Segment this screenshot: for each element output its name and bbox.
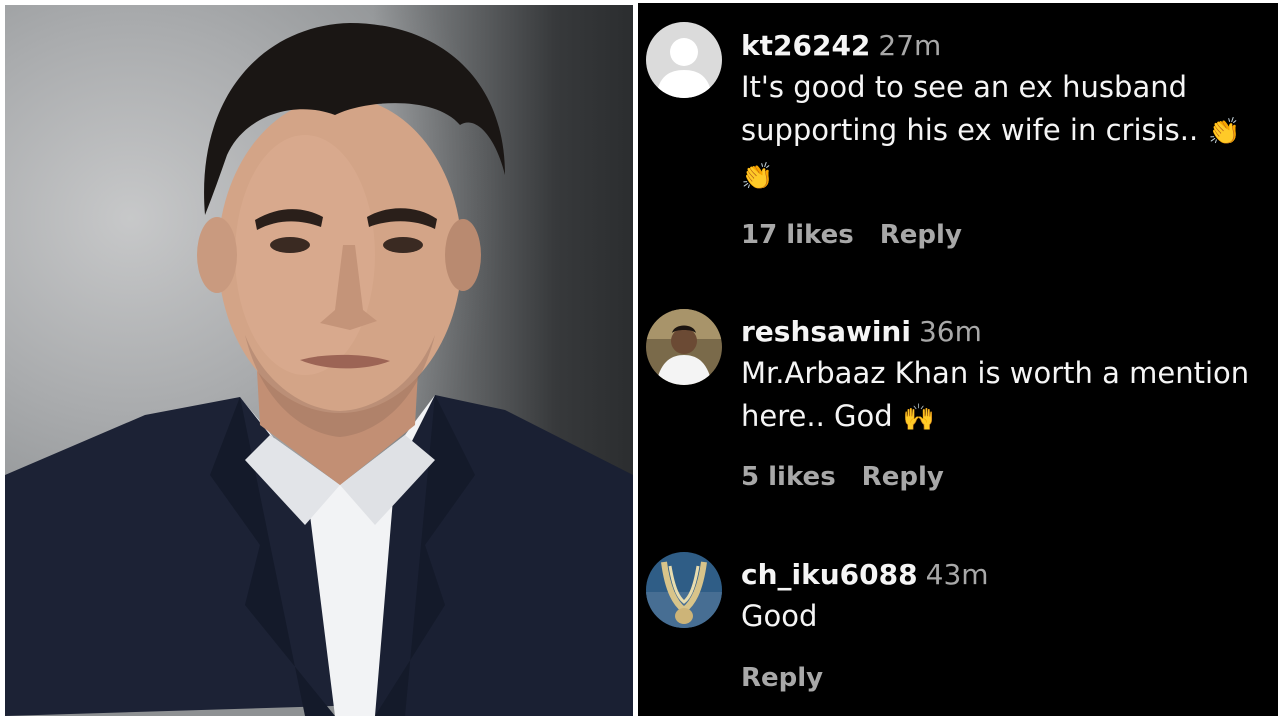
raising-hands-icon: 🙌 — [902, 403, 936, 433]
clapping-hands-icon: 👏 — [1208, 117, 1241, 147]
clapping-hands-icon: 👏 — [741, 162, 774, 192]
comment-text-content: Mr.Arbaaz Khan is worth a mention here..… — [741, 356, 1250, 433]
comment-text-content: It's good to see an ex husband supportin… — [741, 70, 1199, 147]
default-avatar[interactable] — [646, 22, 722, 98]
reply-button[interactable]: Reply — [862, 462, 944, 492]
man-portrait-illustration — [5, 23, 633, 716]
comment-text: It's good to see an ex husband supportin… — [741, 66, 1266, 199]
user-avatar[interactable] — [646, 309, 722, 385]
default-user-icon — [646, 22, 722, 98]
portrait-photo — [5, 5, 633, 716]
comment-username[interactable]: ch_iku6088 — [741, 558, 918, 591]
comment-time: 36m — [918, 315, 982, 348]
reply-button[interactable]: Reply — [880, 220, 962, 250]
likes-count[interactable]: 5 likes — [741, 462, 836, 492]
comment-text: Good — [741, 595, 1266, 638]
comment-username[interactable]: kt26242 — [741, 29, 870, 62]
reply-button[interactable]: Reply — [741, 663, 823, 693]
user-avatar[interactable] — [646, 552, 722, 628]
comments-panel: kt26242 27m It's good to see an ex husban… — [638, 3, 1278, 716]
comment-username[interactable]: reshsawini — [741, 315, 911, 348]
jewelry-photo-icon — [646, 552, 722, 628]
comment-text: Mr.Arbaaz Khan is worth a mention here..… — [741, 352, 1266, 440]
comment-time: 27m — [878, 29, 942, 62]
comment-time: 43m — [925, 558, 989, 591]
profile-photo-icon — [646, 309, 722, 385]
likes-count[interactable]: 17 likes — [741, 220, 854, 250]
comment-text-content: Good — [741, 599, 818, 633]
